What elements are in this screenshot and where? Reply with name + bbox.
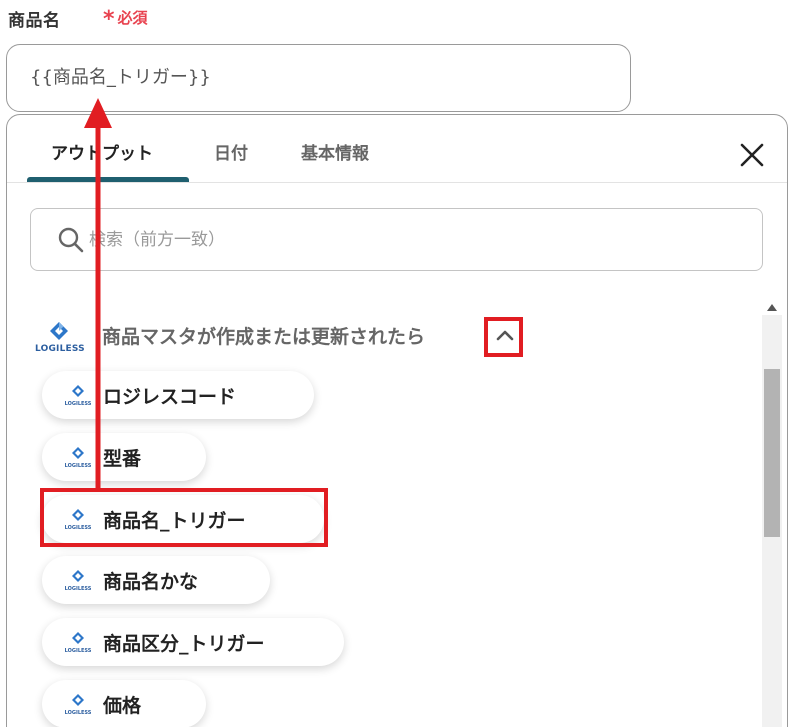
required-asterisk: * [103,7,115,32]
chip-label: 商品区分_トリガー [103,633,265,655]
search-box [30,208,763,271]
logiless-logo-text: LOGILESS [35,344,85,354]
logiless-logo-text: LOGILESS [65,586,92,592]
output-chip-model-number[interactable]: LOGILESS 型番 [42,433,206,481]
logiless-logo-icon: LOGILESS [65,570,92,592]
close-icon [740,143,764,167]
scrollbar-thumb[interactable] [764,369,780,537]
close-button[interactable] [735,138,769,172]
scroll-up-arrow-icon[interactable] [765,301,779,315]
chip-label: 価格 [103,695,142,717]
highlight-box-collapse-toggle [484,317,523,357]
output-chip-logiless-code[interactable]: LOGILESS ロジレスコード [42,371,314,419]
required-badge: * 必須 [103,7,148,31]
logiless-logo-text: LOGILESS [65,710,92,716]
logiless-logo-icon: LOGILESS [65,632,92,654]
chip-label: 商品名かな [103,571,199,593]
product-name-input-value: {{商品名_トリガー}} [30,67,211,88]
logiless-logo: LOGILESS [29,320,89,360]
product-name-input[interactable]: {{商品名_トリガー}} [6,44,631,112]
required-text: 必須 [117,9,148,27]
logiless-logo-text: LOGILESS [65,463,92,469]
output-picker-panel: アウトプット 日付 基本情報 LOGILESS 商品マスタが作成または更新された… [6,114,788,727]
chip-label: ロジレスコード [103,386,237,408]
search-input[interactable] [89,209,739,270]
output-chip-price[interactable]: LOGILESS 価格 [42,680,206,727]
logiless-logo-icon: LOGILESS [65,447,92,469]
field-label: 商品名 [8,11,61,31]
chip-label: 型番 [103,448,142,470]
output-chip-product-name-kana[interactable]: LOGILESS 商品名かな [42,556,270,604]
highlight-box-selected-chip [40,488,328,547]
tab-output[interactable]: アウトプット [51,139,153,164]
logiless-logo-icon: LOGILESS [65,385,92,407]
logiless-logo-text: LOGILESS [65,648,92,654]
logiless-logo-icon [50,322,68,340]
output-chip-product-category-trigger[interactable]: LOGILESS 商品区分_トリガー [42,618,344,666]
tabs-divider [7,182,787,183]
logiless-logo-icon: LOGILESS [65,694,92,716]
logiless-logo-text: LOGILESS [65,401,92,407]
tab-date[interactable]: 日付 [214,139,248,164]
tab-basic-info[interactable]: 基本情報 [301,139,369,164]
search-icon [58,227,84,253]
section-title: 商品マスタが作成または更新されたら [102,326,426,348]
